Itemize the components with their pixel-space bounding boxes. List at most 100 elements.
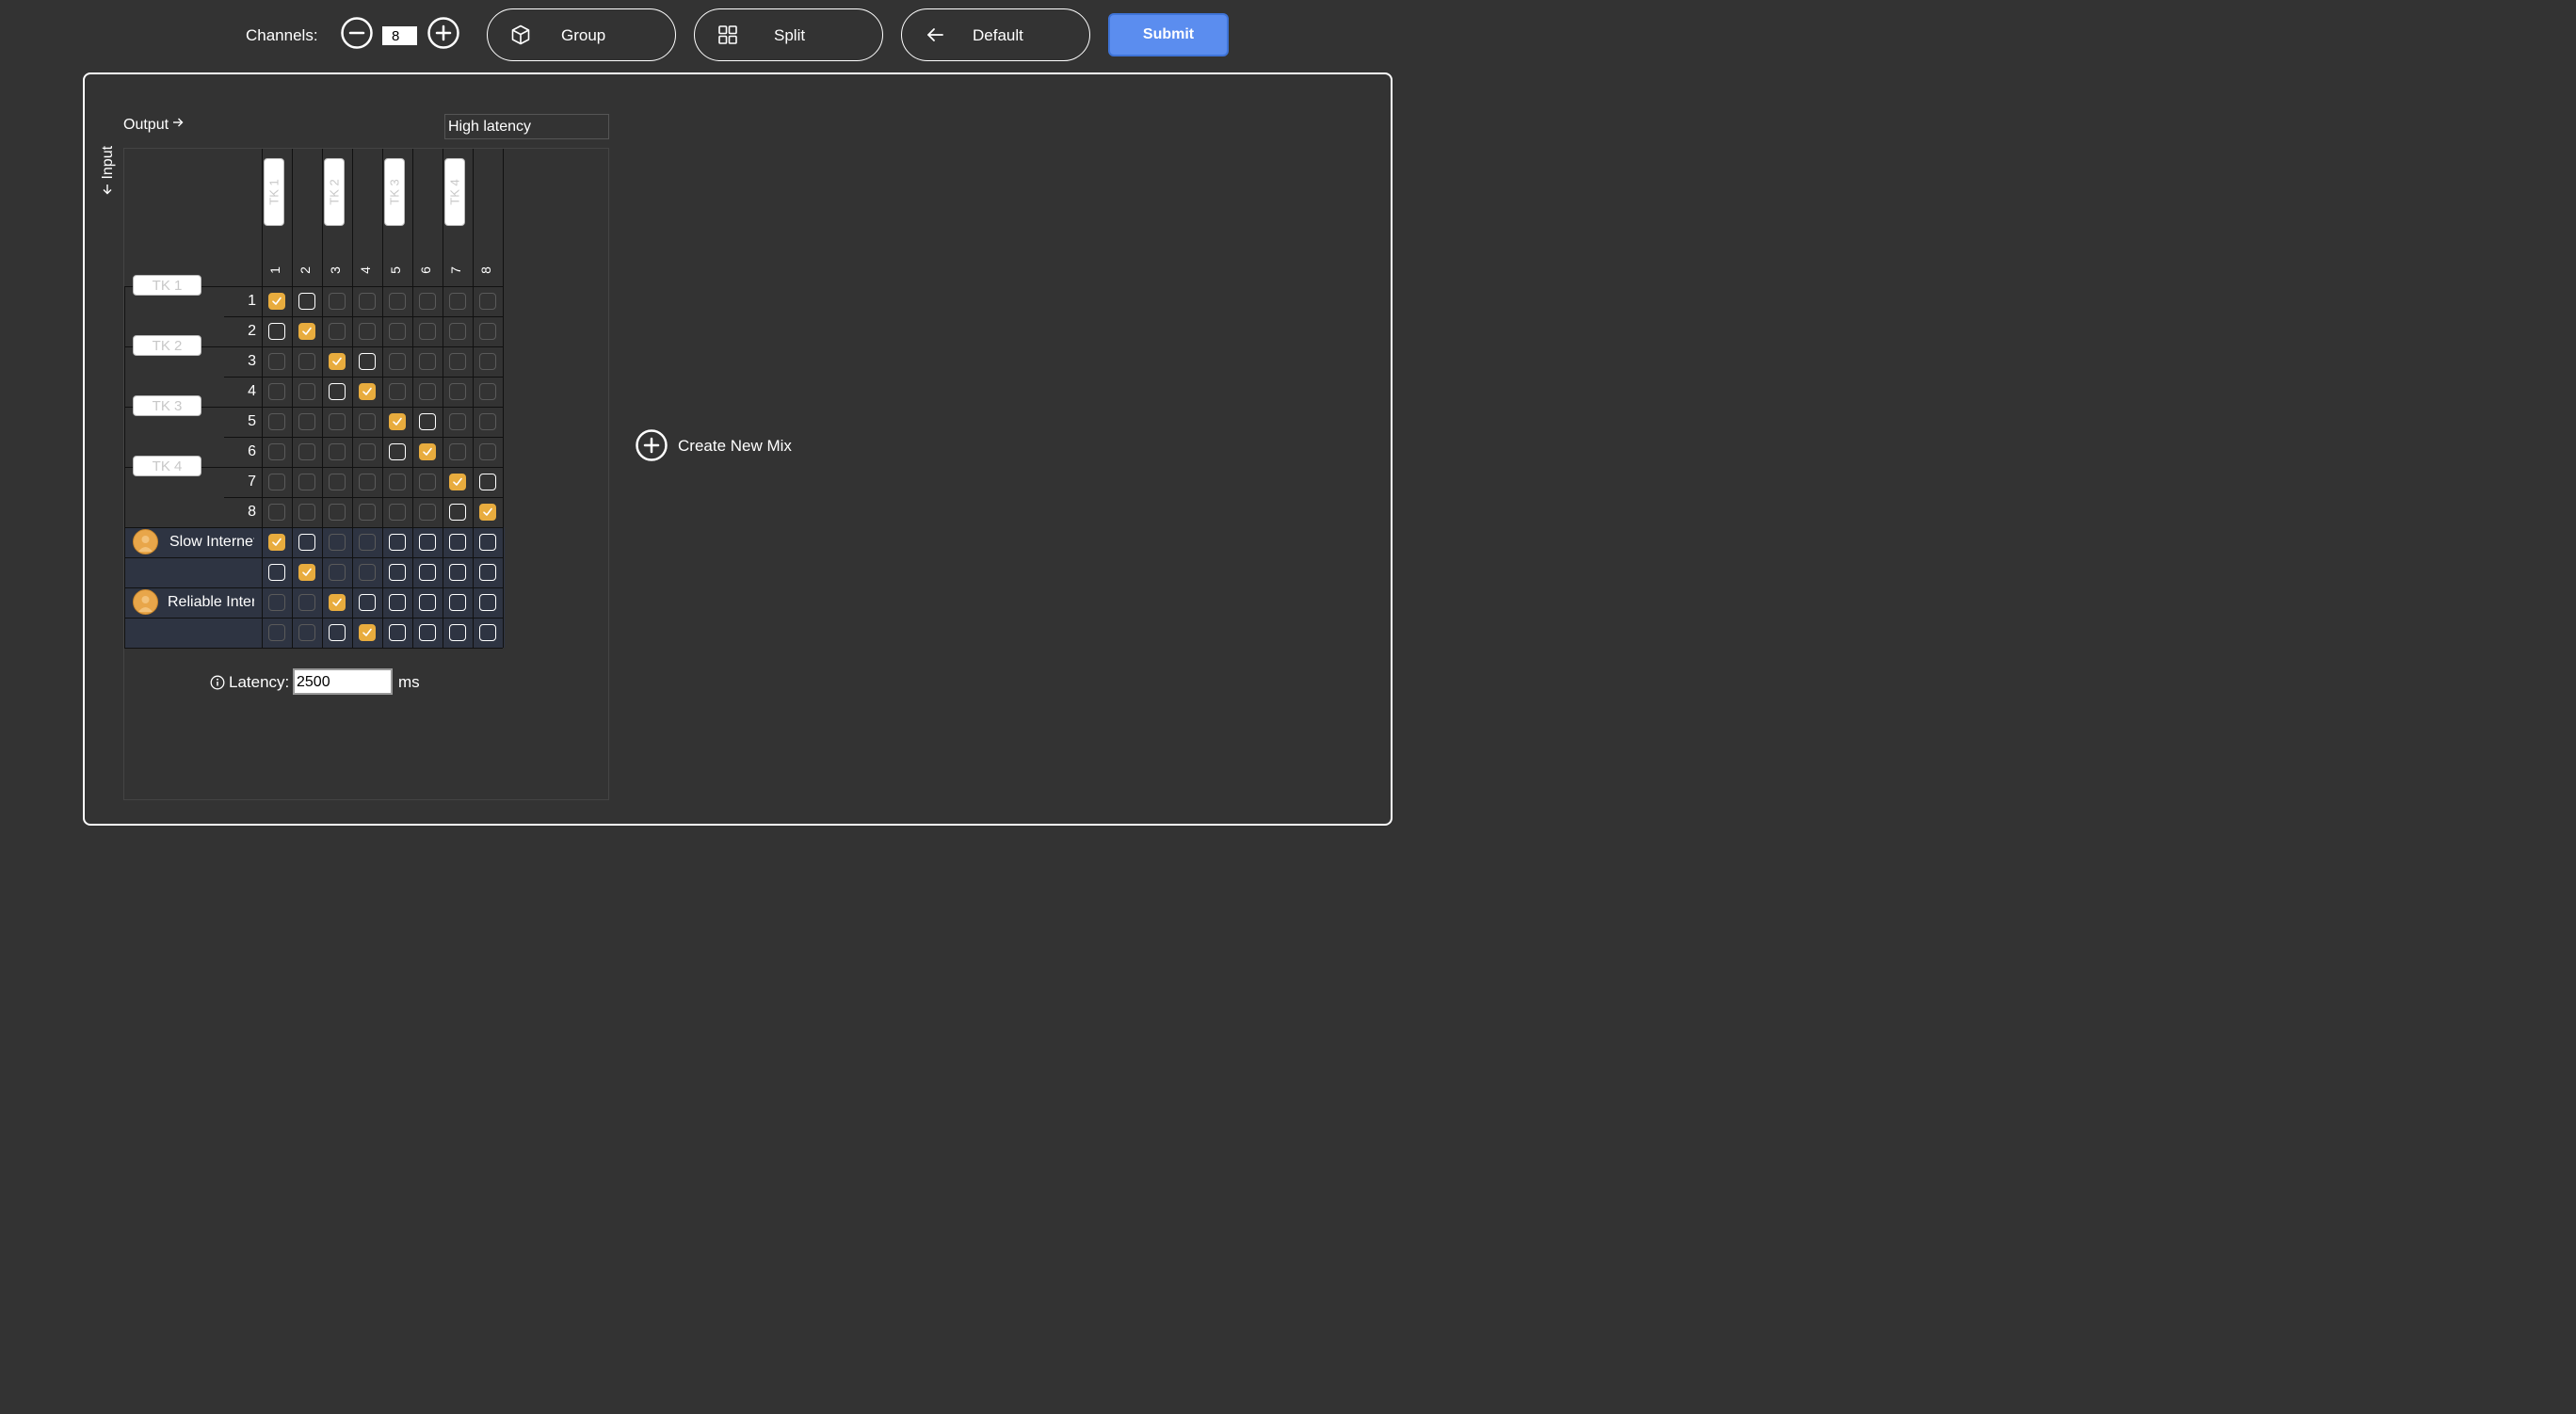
routing-checkbox[interactable] [329, 564, 346, 581]
routing-checkbox[interactable] [359, 293, 376, 310]
routing-checkbox[interactable] [298, 624, 315, 641]
routing-checkbox[interactable] [268, 293, 285, 310]
routing-checkbox[interactable] [389, 534, 406, 551]
routing-checkbox[interactable] [419, 383, 436, 400]
routing-checkbox[interactable] [359, 564, 376, 581]
routing-checkbox[interactable] [329, 353, 346, 370]
routing-checkbox[interactable] [329, 293, 346, 310]
routing-checkbox[interactable] [298, 564, 315, 581]
routing-checkbox[interactable] [479, 413, 496, 430]
routing-checkbox[interactable] [268, 624, 285, 641]
routing-checkbox[interactable] [419, 413, 436, 430]
routing-checkbox[interactable] [389, 624, 406, 641]
routing-checkbox[interactable] [329, 383, 346, 400]
routing-checkbox[interactable] [419, 504, 436, 521]
routing-checkbox[interactable] [329, 504, 346, 521]
routing-checkbox[interactable] [298, 534, 315, 551]
submit-button[interactable]: Submit [1108, 13, 1229, 56]
routing-checkbox[interactable] [298, 413, 315, 430]
routing-checkbox[interactable] [329, 594, 346, 611]
routing-checkbox[interactable] [449, 474, 466, 490]
routing-checkbox[interactable] [268, 413, 285, 430]
routing-checkbox[interactable] [298, 474, 315, 490]
routing-checkbox[interactable] [268, 383, 285, 400]
routing-checkbox[interactable] [449, 594, 466, 611]
routing-checkbox[interactable] [298, 293, 315, 310]
routing-checkbox[interactable] [268, 504, 285, 521]
routing-checkbox[interactable] [359, 383, 376, 400]
output-group-name-field[interactable]: TK 1 [264, 158, 284, 226]
output-group-name-field[interactable]: TK 4 [444, 158, 465, 226]
routing-checkbox[interactable] [329, 534, 346, 551]
routing-checkbox[interactable] [449, 624, 466, 641]
routing-checkbox[interactable] [419, 293, 436, 310]
output-group-name-field[interactable]: TK 2 [324, 158, 345, 226]
routing-checkbox[interactable] [389, 413, 406, 430]
routing-checkbox[interactable] [389, 594, 406, 611]
routing-checkbox[interactable] [329, 413, 346, 430]
routing-checkbox[interactable] [298, 443, 315, 460]
routing-checkbox[interactable] [389, 443, 406, 460]
routing-checkbox[interactable] [329, 474, 346, 490]
routing-checkbox[interactable] [389, 504, 406, 521]
group-button[interactable]: Group [487, 8, 676, 61]
routing-checkbox[interactable] [449, 534, 466, 551]
routing-checkbox[interactable] [329, 624, 346, 641]
routing-checkbox[interactable] [419, 323, 436, 340]
routing-checkbox[interactable] [449, 353, 466, 370]
create-new-mix-button[interactable]: Create New Mix [636, 429, 792, 463]
routing-checkbox[interactable] [389, 353, 406, 370]
routing-checkbox[interactable] [419, 624, 436, 641]
routing-checkbox[interactable] [359, 504, 376, 521]
routing-checkbox[interactable] [298, 504, 315, 521]
routing-checkbox[interactable] [329, 443, 346, 460]
routing-checkbox[interactable] [479, 323, 496, 340]
routing-checkbox[interactable] [389, 293, 406, 310]
routing-checkbox[interactable] [389, 323, 406, 340]
routing-checkbox[interactable] [479, 443, 496, 460]
routing-checkbox[interactable] [359, 474, 376, 490]
routing-checkbox[interactable] [479, 293, 496, 310]
latency-input[interactable] [293, 668, 393, 695]
routing-checkbox[interactable] [479, 504, 496, 521]
routing-checkbox[interactable] [479, 564, 496, 581]
increase-channels-button[interactable] [427, 17, 459, 49]
routing-checkbox[interactable] [298, 353, 315, 370]
routing-checkbox[interactable] [419, 353, 436, 370]
routing-checkbox[interactable] [449, 564, 466, 581]
routing-checkbox[interactable] [479, 624, 496, 641]
routing-checkbox[interactable] [419, 534, 436, 551]
routing-checkbox[interactable] [268, 443, 285, 460]
routing-checkbox[interactable] [359, 624, 376, 641]
routing-checkbox[interactable] [359, 443, 376, 460]
routing-checkbox[interactable] [449, 383, 466, 400]
routing-checkbox[interactable] [479, 474, 496, 490]
routing-checkbox[interactable] [479, 534, 496, 551]
latency-mode-select[interactable]: High latency [444, 114, 609, 139]
routing-checkbox[interactable] [268, 594, 285, 611]
routing-checkbox[interactable] [479, 383, 496, 400]
routing-checkbox[interactable] [419, 443, 436, 460]
routing-checkbox[interactable] [359, 594, 376, 611]
routing-checkbox[interactable] [449, 504, 466, 521]
routing-checkbox[interactable] [449, 443, 466, 460]
routing-checkbox[interactable] [298, 594, 315, 611]
routing-checkbox[interactable] [298, 383, 315, 400]
routing-checkbox[interactable] [449, 413, 466, 430]
routing-checkbox[interactable] [268, 353, 285, 370]
split-button[interactable]: Split [694, 8, 883, 61]
routing-checkbox[interactable] [419, 474, 436, 490]
output-group-name-field[interactable]: TK 3 [384, 158, 405, 226]
input-group-name-field[interactable]: TK 3 [133, 395, 201, 416]
routing-checkbox[interactable] [479, 594, 496, 611]
input-group-name-field[interactable]: TK 4 [133, 456, 201, 476]
decrease-channels-button[interactable] [341, 17, 373, 49]
input-group-name-field[interactable]: TK 1 [133, 275, 201, 296]
routing-checkbox[interactable] [389, 383, 406, 400]
routing-checkbox[interactable] [359, 534, 376, 551]
routing-checkbox[interactable] [359, 413, 376, 430]
routing-checkbox[interactable] [359, 323, 376, 340]
routing-checkbox[interactable] [479, 353, 496, 370]
routing-checkbox[interactable] [268, 323, 285, 340]
routing-checkbox[interactable] [389, 474, 406, 490]
